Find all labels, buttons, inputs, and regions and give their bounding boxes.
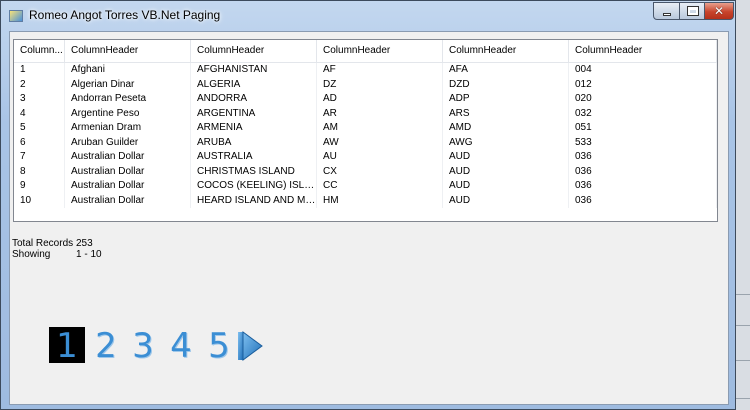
table-cell: DZ: [317, 77, 443, 92]
table-cell: ARMENIA: [191, 121, 317, 136]
table-cell: Argentine Peso: [65, 106, 191, 121]
page-link-3[interactable]: 3: [125, 327, 161, 365]
table-cell: 012: [569, 77, 717, 92]
table-row[interactable]: 4 Argentine Peso ARGENTINA AR ARS 032: [14, 106, 717, 121]
column-header[interactable]: ColumnHeader: [65, 40, 191, 62]
table-cell: ALGERIA: [191, 77, 317, 92]
page-link-5[interactable]: 5: [201, 327, 237, 365]
table-row[interactable]: 2 Algerian Dinar ALGERIA DZ DZD 012: [14, 77, 717, 92]
table-cell: AW: [317, 135, 443, 150]
table-cell: CX: [317, 164, 443, 179]
table-cell: HM: [317, 193, 443, 208]
table-cell: Algerian Dinar: [65, 77, 191, 92]
table-row[interactable]: 8 Australian Dollar CHRISTMAS ISLAND CX AUD 0…: [14, 164, 717, 179]
list-header: Column... ColumnHeader ColumnHeader ColumnH…: [14, 40, 717, 63]
table-cell: 9: [14, 179, 65, 194]
table-cell: 7: [14, 150, 65, 165]
minimize-button[interactable]: [653, 2, 680, 20]
background-window-strip: [736, 0, 750, 410]
table-cell: AF: [317, 63, 443, 78]
page-link-4[interactable]: 4: [163, 327, 199, 365]
table-cell: 1: [14, 63, 65, 78]
table-cell: COCOS (KEELING) ISLAN...: [191, 179, 317, 194]
close-button[interactable]: ✕: [704, 2, 734, 20]
column-header[interactable]: Column...: [14, 40, 65, 62]
app-icon[interactable]: [9, 10, 23, 22]
table-cell: Australian Dollar: [65, 193, 191, 208]
close-icon: ✕: [713, 4, 725, 18]
table-cell: Australian Dollar: [65, 179, 191, 194]
table-cell: Australian Dollar: [65, 164, 191, 179]
column-header[interactable]: ColumnHeader: [191, 40, 317, 62]
table-row[interactable]: 3 Andorran Peseta ANDORRA AD ADP 020: [14, 92, 717, 107]
total-records-value: 253: [76, 238, 93, 249]
table-cell: Andorran Peseta: [65, 92, 191, 107]
table-cell: AMD: [443, 121, 569, 136]
table-cell: Armenian Dram: [65, 121, 191, 136]
table-row[interactable]: 10 Australian Dollar HEARD ISLAND AND MC..…: [14, 193, 717, 208]
table-cell: AD: [317, 92, 443, 107]
column-header[interactable]: ColumnHeader: [569, 40, 717, 62]
showing-value: 1 - 10: [76, 249, 102, 260]
table-cell: AWG: [443, 135, 569, 150]
table-cell: 2: [14, 77, 65, 92]
table-row[interactable]: 1 Afghani AFGHANISTAN AF AFA 004: [14, 63, 717, 78]
table-cell: DZD: [443, 77, 569, 92]
window-title: Romeo Angot Torres VB.Net Paging: [29, 8, 221, 22]
table-cell: 004: [569, 63, 717, 78]
table-cell: Aruban Guilder: [65, 135, 191, 150]
play-arrow-icon[interactable]: [237, 330, 263, 362]
maximize-icon: [687, 6, 699, 16]
page-link-2[interactable]: 2: [88, 327, 124, 365]
table-cell: Australian Dollar: [65, 150, 191, 165]
table-cell: 533: [569, 135, 717, 150]
table-row[interactable]: 6 Aruban Guilder ARUBA AW AWG 533: [14, 135, 717, 150]
table-cell: 5: [14, 121, 65, 136]
table-cell: 4: [14, 106, 65, 121]
table-cell: CC: [317, 179, 443, 194]
table-row[interactable]: 5 Armenian Dram ARMENIA AM AMD 051: [14, 121, 717, 136]
table-cell: 020: [569, 92, 717, 107]
table-cell: CHRISTMAS ISLAND: [191, 164, 317, 179]
table-row[interactable]: 9 Australian Dollar COCOS (KEELING) ISLAN.…: [14, 179, 717, 194]
table-cell: AR: [317, 106, 443, 121]
total-records-label: Total Records: [12, 238, 74, 249]
table-cell: ARUBA: [191, 135, 317, 150]
table-cell: AUSTRALIA: [191, 150, 317, 165]
currency-list-view[interactable]: Column... ColumnHeader ColumnHeader ColumnH…: [13, 39, 718, 222]
table-cell: 032: [569, 106, 717, 121]
table-cell: 036: [569, 164, 717, 179]
table-cell: 10: [14, 193, 65, 208]
table-cell: AU: [317, 150, 443, 165]
table-cell: AUD: [443, 164, 569, 179]
table-cell: AUD: [443, 150, 569, 165]
page-link-1[interactable]: 1: [49, 327, 85, 365]
table-cell: 6: [14, 135, 65, 150]
column-header[interactable]: ColumnHeader: [317, 40, 443, 62]
table-cell: 036: [569, 193, 717, 208]
table-cell: ARGENTINA: [191, 106, 317, 121]
column-header[interactable]: ColumnHeader: [443, 40, 569, 62]
table-cell: AFGHANISTAN: [191, 63, 317, 78]
table-cell: AUD: [443, 179, 569, 194]
table-cell: ADP: [443, 92, 569, 107]
table-cell: Afghani: [65, 63, 191, 78]
table-row[interactable]: 7 Australian Dollar AUSTRALIA AU AUD 036: [14, 150, 717, 165]
table-cell: AUD: [443, 193, 569, 208]
table-cell: AM: [317, 121, 443, 136]
table-cell: ARS: [443, 106, 569, 121]
table-cell: HEARD ISLAND AND MC...: [191, 193, 317, 208]
minimize-icon: [663, 13, 671, 16]
title-bar[interactable]: Romeo Angot Torres VB.Net Paging ✕: [1, 1, 735, 31]
maximize-button[interactable]: [679, 2, 705, 20]
table-cell: ANDORRA: [191, 92, 317, 107]
table-cell: 3: [14, 92, 65, 107]
table-cell: 8: [14, 164, 65, 179]
table-cell: 036: [569, 179, 717, 194]
table-cell: 036: [569, 150, 717, 165]
table-cell: 051: [569, 121, 717, 136]
showing-label: Showing: [12, 249, 51, 260]
table-cell: AFA: [443, 63, 569, 78]
